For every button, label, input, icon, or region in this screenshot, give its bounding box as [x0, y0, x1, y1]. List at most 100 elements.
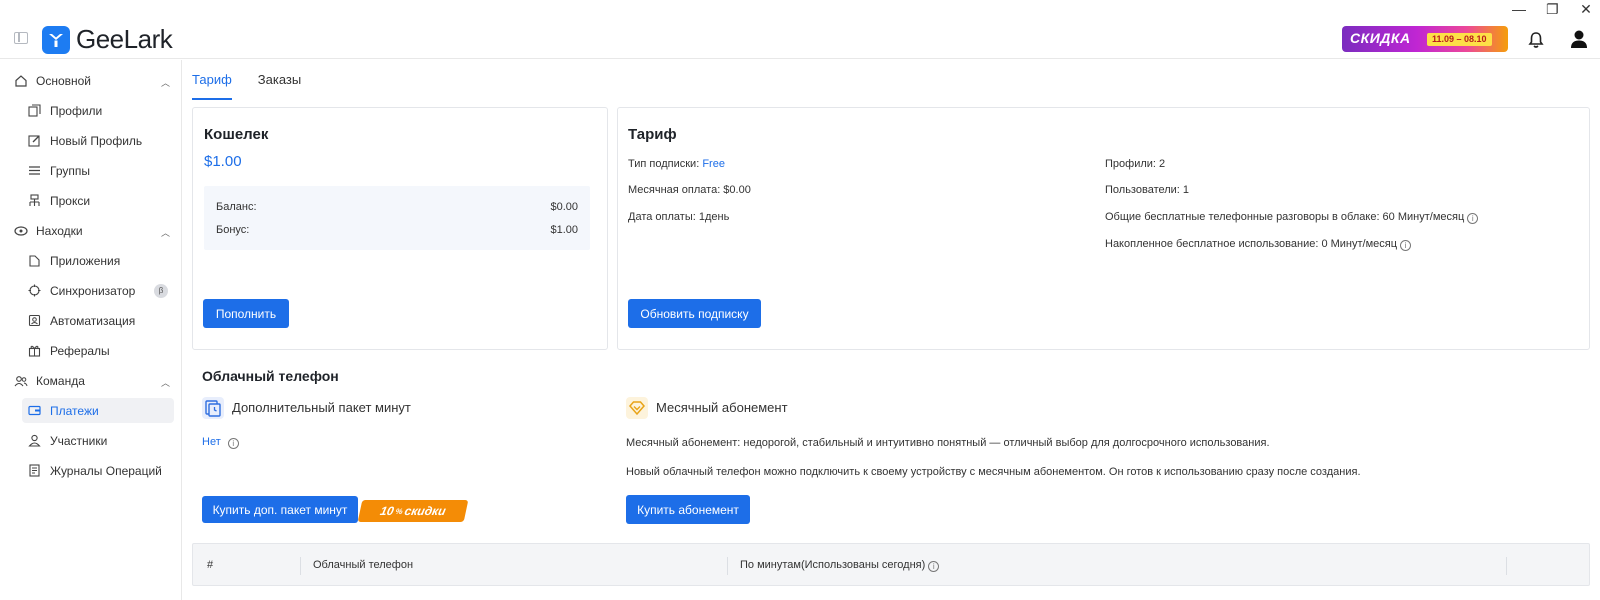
monthly-desc-2: Новый облачный телефон можно подключить … [626, 466, 1361, 478]
cloud-phone-table-header: # Облачный телефон По минутам(Использова… [192, 543, 1590, 586]
logs-icon [29, 464, 40, 477]
sidebar-group-label: Основной [36, 74, 92, 88]
column-minutes-label: По минутам(Использованы сегодня) [740, 559, 926, 571]
topup-button[interactable]: Пополнить [203, 299, 289, 328]
sidebar-item-logs[interactable]: Журналы Операций [22, 458, 174, 483]
bonus-label: Бонус: [216, 224, 250, 236]
geelark-logo-icon [42, 25, 70, 54]
promo-banner[interactable]: СКИДКА 11.09 – 08.10 [1342, 26, 1508, 52]
monthly-desc-1: Месячный абонемент: недорогой, стабильны… [626, 437, 1270, 449]
balance-value: $0.00 [550, 201, 578, 213]
info-icon[interactable]: i [227, 438, 239, 449]
payments-icon [28, 405, 41, 416]
new-profile-icon [28, 135, 40, 147]
automation-icon [28, 314, 41, 327]
column-index: # [207, 559, 214, 571]
sidebar-group-label: Команда [36, 374, 85, 388]
app-logo: GeeLark [42, 24, 173, 55]
minutes-package-title: Дополнительный пакет минут [232, 400, 411, 415]
balance-box: Баланс: $0.00 Бонус: $1.00 [204, 186, 590, 250]
monthly-subscription-icon [626, 397, 648, 419]
sidebar-group-discover[interactable]: Находки ︿ [14, 224, 170, 238]
sidebar-item-label: Прокси [50, 193, 91, 208]
discover-icon [14, 226, 28, 236]
sidebar-item-label: Новый Профиль [50, 133, 143, 148]
sidebar-item-sync[interactable]: Синхронизатор β [22, 278, 174, 303]
restore-button[interactable]: ❐ [1546, 2, 1559, 16]
promo-dates: 11.09 – 08.10 [1427, 33, 1492, 46]
sidebar-item-automation[interactable]: Автоматизация [22, 308, 174, 333]
sidebar-item-groups[interactable]: Группы [22, 158, 174, 183]
sidebar-toggle-icon[interactable] [14, 32, 28, 44]
buy-minutes-package-button[interactable]: Купить доп. пакет минут [202, 496, 358, 523]
wallet-card: Кошелек $1.00 Баланс: $0.00 Бонус: $1.00… [192, 107, 608, 350]
sidebar-item-new-profile[interactable]: Новый Профиль [22, 128, 174, 153]
user-avatar-icon[interactable] [1566, 26, 1592, 52]
subscription-type-value[interactable]: Free [702, 158, 725, 170]
users-count: Пользователи: 1 [1105, 184, 1190, 196]
column-cloud-phone: Облачный телефон [313, 559, 414, 571]
column-divider [300, 557, 301, 575]
profiles-icon [28, 104, 41, 117]
beta-badge: β [154, 284, 168, 298]
wallet-amount: $1.00 [204, 153, 242, 170]
sidebar: Основной ︿ Профили Новый Профиль Группы … [0, 60, 182, 600]
buy-subscription-button[interactable]: Купить абонемент [626, 495, 750, 524]
chevron-up-icon: ︿ [160, 378, 170, 388]
wallet-title: Кошелек [204, 126, 269, 143]
promo-label: СКИДКА [1350, 30, 1411, 46]
team-icon [14, 376, 28, 387]
sidebar-item-referrals[interactable]: Рефералы [22, 338, 174, 363]
upgrade-subscription-button[interactable]: Обновить подписку [628, 299, 761, 328]
balance-label: Баланс: [216, 201, 257, 213]
sidebar-item-label: Участники [50, 433, 108, 448]
monthly-fee: Месячная оплата: $0.00 [628, 184, 751, 196]
sidebar-item-label: Платежи [50, 403, 99, 418]
subscription-type-label: Тип подписки: [628, 158, 700, 170]
discount-unit: % [394, 506, 404, 516]
members-icon [28, 434, 41, 447]
minimize-button[interactable]: — [1512, 2, 1526, 16]
info-icon[interactable]: i [928, 561, 940, 572]
payment-date: Дата оплаты: 1день [628, 211, 730, 223]
sidebar-item-profiles[interactable]: Профили [22, 98, 174, 123]
tab-orders[interactable]: Заказы [258, 72, 301, 100]
free-calls-text: Общие бесплатные телефонные разговоры в … [1105, 211, 1465, 223]
profiles-count: Профили: 2 [1105, 158, 1166, 170]
bonus-row: Бонус: $1.00 [216, 224, 578, 236]
sidebar-group-team[interactable]: Команда ︿ [14, 374, 170, 388]
info-icon[interactable]: i [1467, 213, 1479, 224]
minutes-package-icon [202, 397, 224, 419]
chevron-up-icon: ︿ [160, 78, 170, 88]
chevron-up-icon: ︿ [160, 228, 170, 238]
sidebar-group-main[interactable]: Основной ︿ [14, 74, 170, 88]
sidebar-item-label: Синхронизатор [50, 283, 136, 298]
sidebar-item-members[interactable]: Участники [22, 428, 174, 453]
column-divider [1506, 557, 1507, 575]
close-button[interactable]: ✕ [1580, 2, 1592, 16]
gift-icon [28, 345, 41, 357]
bonus-value: $1.00 [550, 224, 578, 236]
proxy-icon [29, 194, 40, 206]
top-bar: GeeLark — ❐ ✕ СКИДКА 11.09 – 08.10 [0, 0, 1600, 59]
sidebar-item-apps[interactable]: Приложения [22, 248, 174, 273]
plan-title: Тариф [628, 126, 677, 143]
sidebar-item-label: Группы [50, 163, 90, 178]
balance-row: Баланс: $0.00 [216, 201, 578, 213]
tab-plan[interactable]: Тариф [192, 72, 232, 100]
sidebar-item-label: Приложения [50, 253, 121, 268]
column-divider [727, 557, 728, 575]
sync-icon [28, 284, 41, 297]
accumulated-usage-text: Накопленное бесплатное использование: 0 … [1105, 238, 1398, 250]
minutes-package-status: Нет i [202, 436, 239, 449]
apps-icon [29, 255, 40, 267]
notification-bell-icon[interactable] [1526, 30, 1546, 50]
sidebar-item-payments[interactable]: Платежи [22, 398, 174, 423]
discount-text: скидки [403, 504, 448, 518]
sidebar-group-label: Находки [36, 224, 83, 238]
package-status-value[interactable]: Нет [202, 436, 221, 448]
sidebar-item-proxy[interactable]: Прокси [22, 188, 174, 213]
app-name: GeeLark [76, 24, 173, 54]
cloud-phone-title: Облачный телефон [202, 368, 339, 384]
info-icon[interactable]: i [1400, 240, 1412, 251]
